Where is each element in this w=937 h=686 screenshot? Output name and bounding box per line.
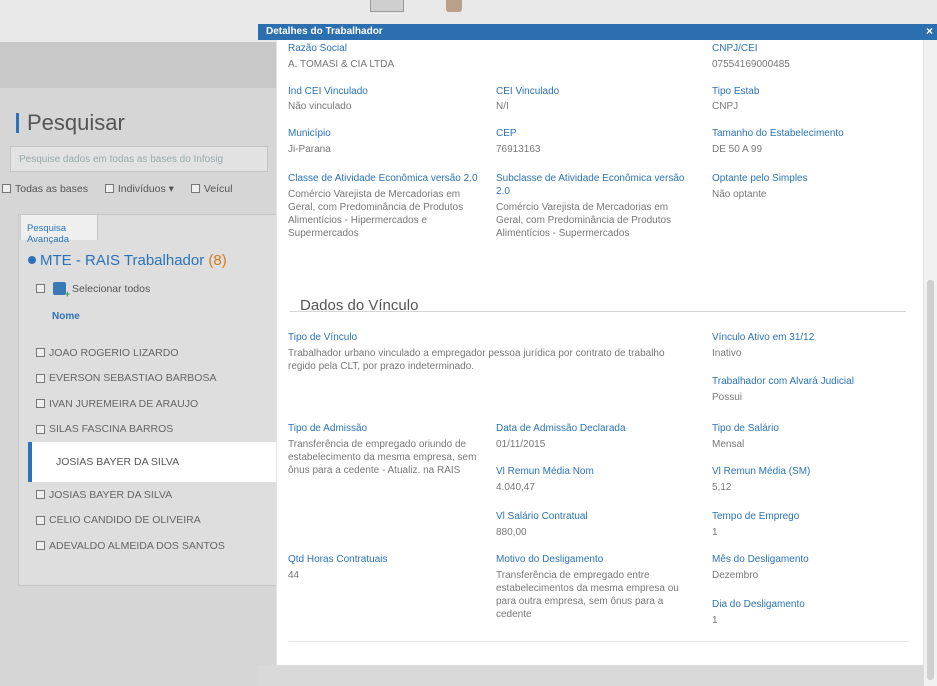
list-item-selected[interactable]: JOSIAS BAYER DA SILVA [28,442,282,482]
field-tempo-emprego: Tempo de Emprego 1 [712,511,800,538]
monitor-icon[interactable] [370,0,404,12]
checkbox-icon[interactable] [2,184,11,193]
field-horas-contratuais: Qtd Horas Contratuais 44 [288,554,388,581]
checkbox-icon[interactable] [36,424,45,434]
filter-all-bases[interactable]: Todas as bases [2,183,88,195]
checkbox-icon[interactable] [36,284,45,293]
result-count: (8) [208,252,227,269]
field-remun-media-nom: Vl Remun Média Nom 4.040,47 [496,466,594,493]
name-list: JOAO ROGERIO LIZARDO EVERSON SEBASTIAO B… [28,340,282,559]
page-title: Pesquisar [16,110,125,136]
scrollbar-thumb[interactable] [927,280,934,680]
field-data-admissao: Data de Admissão Declarada 01/11/2015 [496,423,626,450]
field-cei-vinculado: CEI Vinculado N/I [496,86,560,112]
field-ind-cei: Ind CEI Vinculado Não vinculado [288,86,368,112]
notification-icon[interactable] [446,0,462,12]
list-item[interactable]: EVERSON SEBASTIAO BARBOSA [36,366,282,392]
field-tipo-salario: Tipo de Salário Mensal [712,423,779,450]
field-alvara-judicial: Trabalhador com Alvará Judicial Possui [712,376,854,403]
field-cnpj-cei: CNPJ/CEI 07554169000485 [712,43,790,70]
search-input[interactable]: Pesquise dados em todas as bases do Info… [10,146,268,172]
field-classe-atividade: Classe de Atividade Econômica versão 2.0… [288,173,478,239]
field-municipio: Município Ji-Parana [288,128,331,155]
list-item[interactable]: CELIO CANDIDO DE OLIVEIRA [36,508,282,534]
list-item[interactable]: JOAO ROGERIO LIZARDO [36,340,282,366]
filter-vehicles[interactable]: Veícul [190,183,232,195]
checkbox-icon[interactable] [36,348,45,358]
field-dia-desligamento: Dia do Desligamento 1 [712,599,805,626]
checkbox-icon[interactable] [104,184,114,193]
page-title-text: Pesquisar [27,110,125,135]
tab-advanced-search[interactable]: Pesquisa Avançada [20,214,98,245]
checkbox-icon[interactable] [36,515,45,525]
field-razao-social: Razão Social A. TOMASI & CIA LTDA [288,43,395,70]
field-tamanho: Tamanho do Estabelecimento DE 50 A 99 [712,128,844,155]
modal-title: Detalhes do Trabalhador [266,26,383,37]
title-accent [16,113,19,133]
filter-row: Todas as bases Indivíduos ▾ Veícul [2,183,246,195]
select-all-label: Selecionar todos [72,282,151,295]
field-optante-simples: Optante pelo Simples Não optante [712,173,808,200]
list-item[interactable]: IVAN JUREMEIRA DE ARAUJO [36,391,282,417]
field-subclasse-atividade: Subclasse de Atividade Econômica versão … [496,173,685,239]
field-tipo-vinculo: Tipo de Vínculo Trabalhador urbano vincu… [288,332,665,372]
field-remun-media-sm: Vl Remun Média (SM) 5,12 [712,466,811,493]
field-salario-contratual: Vl Salário Contratual 880,00 [496,511,588,538]
checkbox-icon[interactable] [36,399,45,409]
field-cep: CEP 76913163 [496,128,541,155]
list-item[interactable]: JOSIAS BAYER DA SILVA [36,482,282,508]
close-icon[interactable]: × [926,24,933,38]
select-all[interactable]: Selecionar todos [36,282,151,299]
modal-header: Detalhes do Trabalhador × [258,24,937,40]
divider [289,641,909,642]
field-vinculo-ativo: Vínculo Ativo em 31/12 Inativo [712,332,815,359]
add-user-icon [53,282,70,299]
checkbox-icon[interactable] [36,373,45,383]
checkbox-icon[interactable] [190,184,200,193]
modal-footer-gap [258,665,924,686]
result-group-label: MTE - RAIS Trabalhador [40,252,205,269]
filter-individuals[interactable]: Indivíduos ▾ [104,183,174,195]
name-column-header: Nome [52,311,80,322]
bullet-icon [28,256,36,264]
field-tipo-estab: Tipo Estab CNPJ [712,86,760,112]
checkbox-icon[interactable] [36,541,45,551]
scrollbar[interactable] [924,40,937,686]
list-item[interactable]: ADEVALDO ALMEIDA DOS SANTOS [36,533,282,559]
field-motivo-desligamento: Motivo do Desligamento Transferência de … [496,554,679,620]
list-item[interactable]: SILAS FASCINA BARROS [36,417,282,443]
divider [290,311,906,312]
field-mes-desligamento: Mês do Desligamento Dezembro [712,554,809,581]
checkbox-icon[interactable] [36,490,45,500]
result-group-title[interactable]: MTE - RAIS Trabalhador (8) [28,252,227,269]
field-tipo-admissao: Tipo de Admissão Transferência de empreg… [288,423,477,476]
